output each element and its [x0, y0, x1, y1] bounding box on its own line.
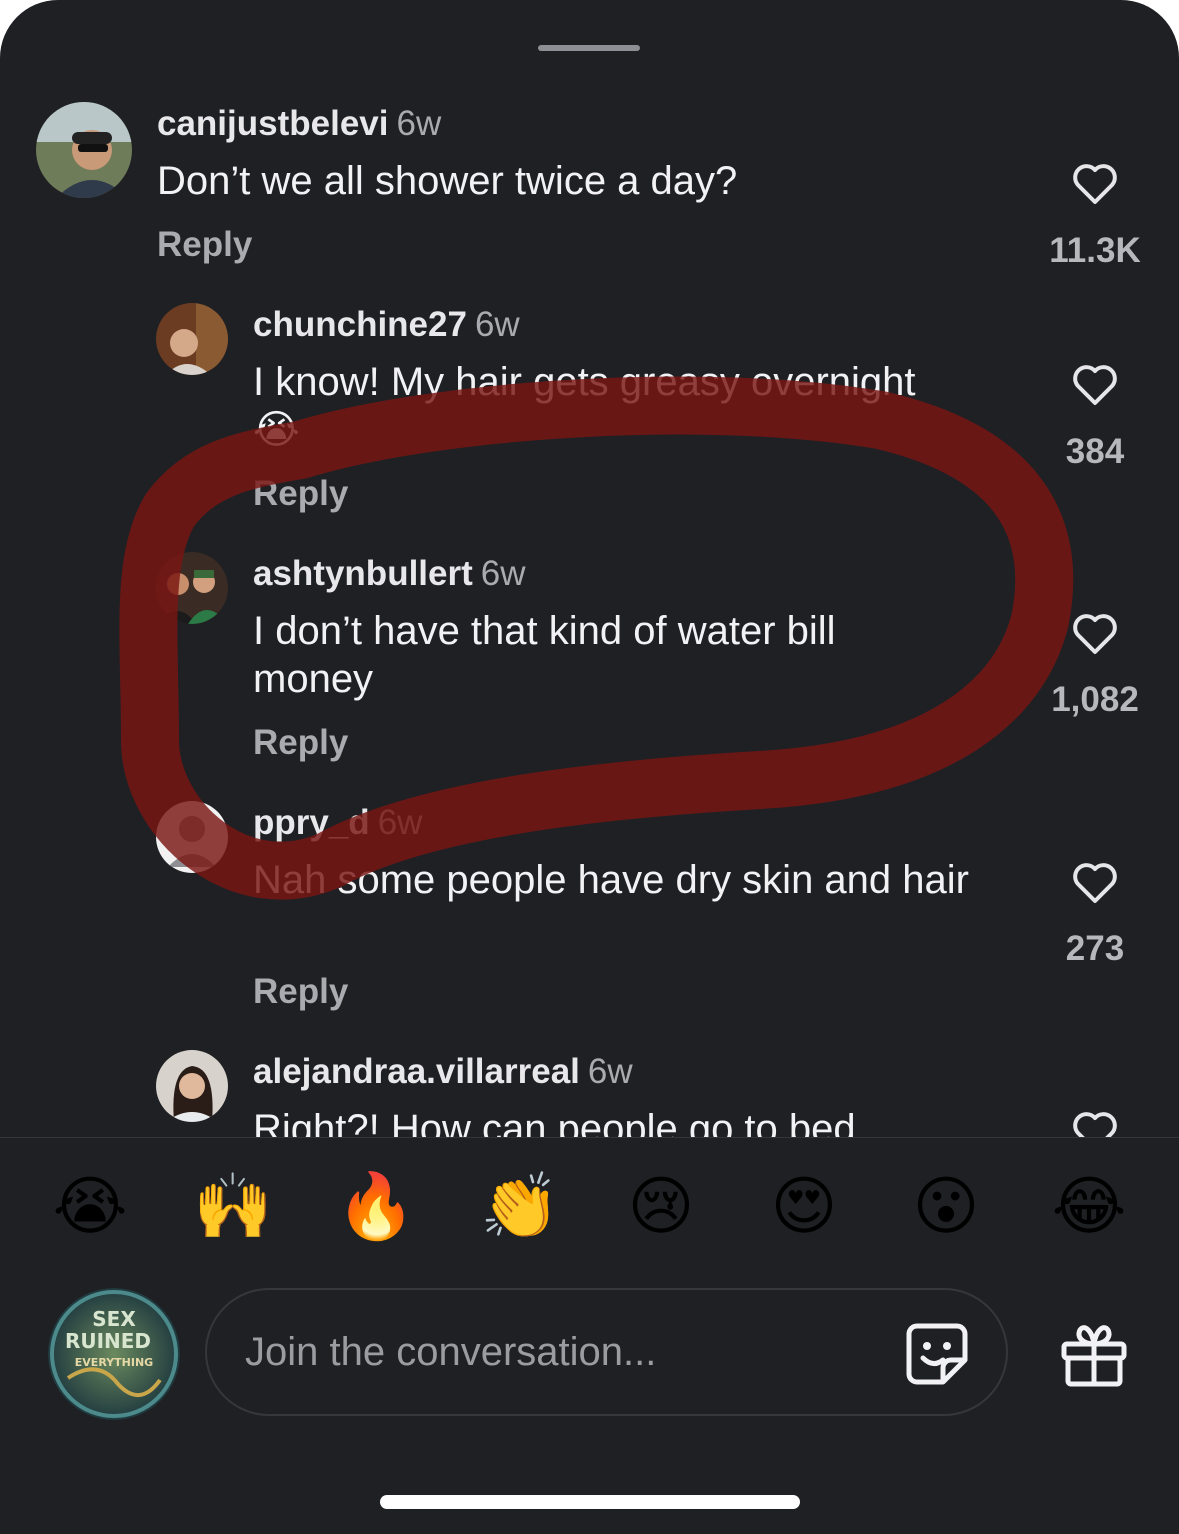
emoji-fire-button[interactable]: 🔥	[336, 1168, 416, 1244]
comment-text: I know! My hair gets greasy overnight 😭	[253, 360, 916, 452]
like-count: 273	[1065, 929, 1125, 968]
reply-button[interactable]: Reply	[157, 225, 252, 265]
heart-icon[interactable]	[1071, 363, 1119, 407]
comment-username[interactable]: alejandraa.villarreal 6w	[253, 1052, 633, 1092]
comment-time: 6w	[377, 803, 423, 842]
comment-time: 6w	[396, 104, 442, 143]
emoji-heart-eyes-button[interactable]: 😍	[766, 1168, 842, 1244]
comment-input[interactable]: Join the conversation...	[205, 1288, 1008, 1416]
reply-button[interactable]: Reply	[253, 474, 348, 514]
comment-username[interactable]: chunchine27 6w	[253, 305, 520, 345]
emoji-crying-button[interactable]: 😢	[623, 1168, 699, 1244]
comment-text: Nah some people have dry skin and hair	[253, 858, 969, 902]
emoji-raising-hands-button[interactable]: 🙌	[193, 1168, 273, 1244]
comment-time: 6w	[480, 554, 526, 593]
svg-text:EVERYTHING: EVERYTHING	[75, 1356, 153, 1369]
avatar[interactable]	[156, 1050, 228, 1122]
comment-text: Don’t we all shower twice a day?	[157, 159, 738, 203]
my-avatar[interactable]: SEX RUINED EVERYTHING	[48, 1288, 180, 1420]
emoji-joy-button[interactable]: 😂	[1051, 1168, 1127, 1244]
heart-icon[interactable]	[1071, 861, 1119, 905]
comment-text: Right?! How can people go to bed	[253, 1107, 856, 1137]
emoji-loudly-crying-button[interactable]: 😭	[52, 1168, 128, 1244]
crying-emoji: 😭	[253, 408, 300, 452]
avatar[interactable]	[156, 801, 228, 873]
home-indicator[interactable]	[380, 1495, 800, 1509]
comments-list[interactable]: canijustbelevi 6w Don’t we all shower twi…	[0, 0, 1179, 1137]
heart-icon[interactable]	[1071, 1110, 1119, 1137]
comment-username[interactable]: canijustbelevi 6w	[157, 104, 441, 144]
avatar[interactable]	[156, 303, 228, 375]
like-count: 384	[1065, 432, 1125, 471]
like-count: 11.3K	[1049, 231, 1141, 270]
svg-text:RUINED: RUINED	[65, 1329, 151, 1353]
heart-icon[interactable]	[1071, 162, 1119, 206]
avatar[interactable]	[156, 552, 228, 624]
reply-button[interactable]: Reply	[253, 723, 348, 763]
quick-emoji-bar: 😭 🙌 🔥 👏 😢 😍 😮 😂	[0, 1168, 1179, 1248]
comment-username[interactable]: ppry_d 6w	[253, 803, 422, 843]
like-count: 1,082	[1051, 680, 1139, 719]
emoji-clapping-button[interactable]: 👏	[480, 1168, 560, 1244]
gift-icon[interactable]	[1058, 1318, 1130, 1390]
emoji-surprised-button[interactable]: 😮	[908, 1168, 984, 1244]
comments-sheet: canijustbelevi 6w Don’t we all shower twi…	[0, 0, 1179, 1534]
avatar[interactable]	[36, 102, 132, 198]
comment-username[interactable]: ashtynbullert 6w	[253, 554, 526, 594]
svg-text:SEX: SEX	[92, 1307, 136, 1331]
sticker-icon[interactable]	[903, 1320, 971, 1388]
divider	[0, 1137, 1179, 1138]
heart-icon[interactable]	[1071, 612, 1119, 656]
reply-button[interactable]: Reply	[253, 972, 348, 1012]
comment-time: 6w	[474, 305, 520, 344]
comment-time: 6w	[587, 1052, 633, 1091]
comment-text: I don’t have that kind of water bill mon…	[253, 609, 836, 701]
comment-input-placeholder: Join the conversation...	[245, 1330, 657, 1374]
